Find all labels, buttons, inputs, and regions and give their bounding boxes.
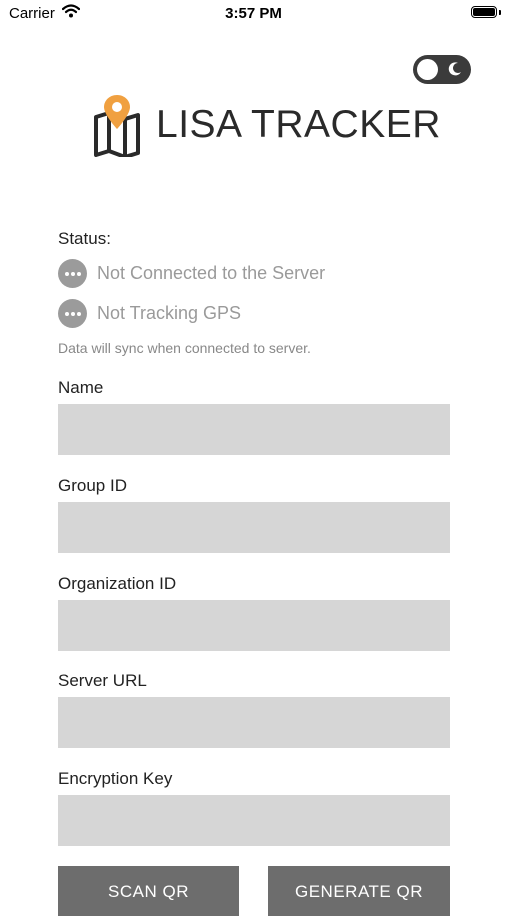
toggle-knob [417, 59, 438, 80]
gps-status-text: Not Tracking GPS [97, 303, 242, 323]
generate-qr-button[interactable]: GENERATE QR [268, 866, 450, 916]
organization-id-input[interactable] [58, 600, 450, 651]
server-url-input[interactable] [58, 697, 450, 748]
name-label: Name [58, 378, 104, 397]
ellipsis-icon [58, 259, 87, 288]
group-id-input[interactable] [58, 502, 450, 553]
group-id-label: Group ID [58, 476, 127, 495]
theme-toggle[interactable] [413, 55, 471, 84]
ellipsis-icon [58, 299, 87, 328]
status-heading: Status: [58, 229, 111, 248]
battery-icon [471, 6, 497, 18]
status-bar: Carrier 3:57 PM [0, 0, 507, 30]
encryption-key-label: Encryption Key [58, 769, 173, 788]
encryption-key-input[interactable] [58, 795, 450, 846]
moon-icon [447, 61, 463, 82]
scan-qr-button[interactable]: SCAN QR [58, 866, 239, 916]
sync-note: Data will sync when connected to server. [58, 340, 311, 356]
map-pin-icon [92, 93, 142, 162]
server-url-label: Server URL [58, 671, 147, 690]
clock: 3:57 PM [225, 5, 282, 22]
organization-id-label: Organization ID [58, 574, 177, 593]
name-input[interactable] [58, 404, 450, 455]
battery-nub [499, 10, 501, 15]
app-title: LISA TRACKER [156, 103, 441, 146]
server-status-text: Not Connected to the Server [97, 263, 326, 283]
